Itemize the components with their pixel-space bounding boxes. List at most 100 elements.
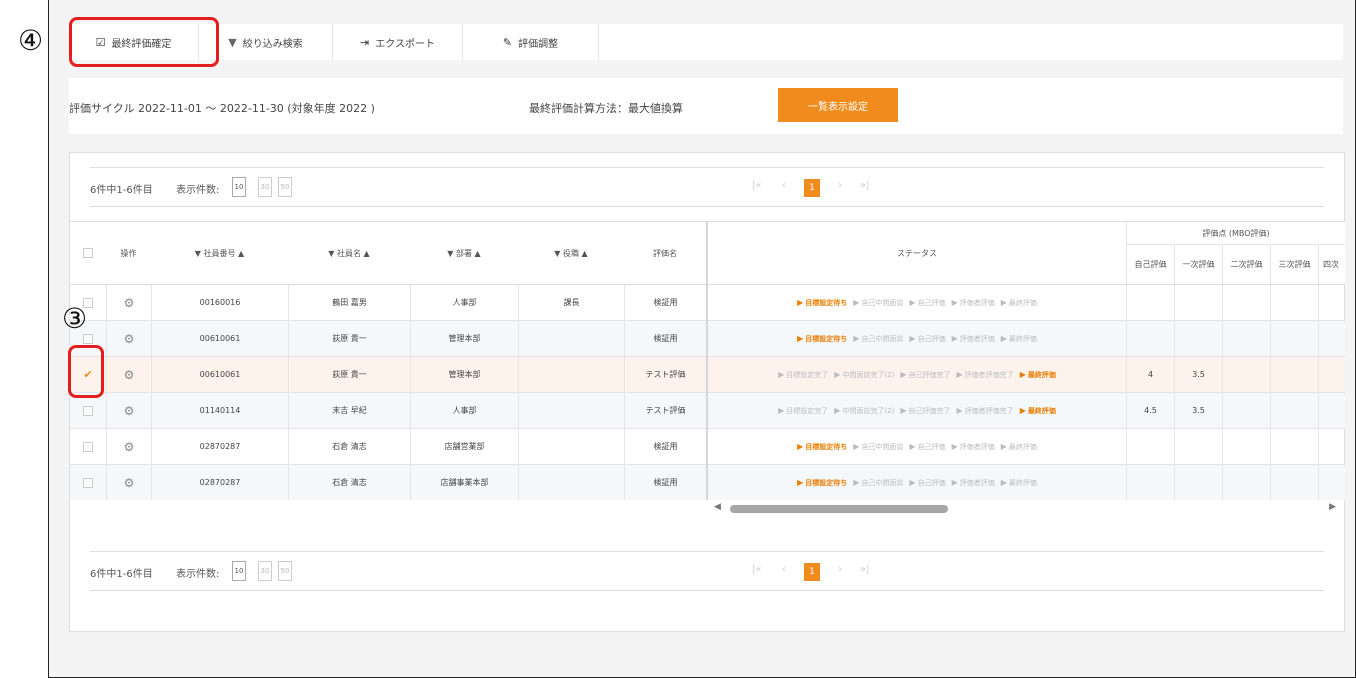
self-eval-cell <box>1126 465 1174 500</box>
third-eval-cell <box>1270 393 1318 428</box>
status-step-label: 評価者評価 <box>959 478 995 487</box>
select-all-checkbox[interactable] <box>83 248 93 258</box>
export-icon: ⇥ <box>360 35 370 49</box>
second-eval-cell <box>1222 285 1270 320</box>
display-settings-button[interactable]: 一覧表示設定 <box>778 88 898 122</box>
current-page[interactable]: 1 <box>804 179 820 197</box>
chevron-right-icon: ▶ <box>900 405 907 415</box>
export-label: エクスポート <box>375 38 435 50</box>
scrollbar-thumb[interactable] <box>730 505 948 513</box>
dept-cell: 人事部 <box>410 393 518 428</box>
next-page-button[interactable]: › <box>838 180 842 191</box>
second-eval-cell <box>1222 321 1270 356</box>
row-select-cell <box>70 429 106 464</box>
status-step: ▶ 評価者評価 <box>952 478 995 488</box>
eval-adjust-button[interactable]: ✎ 評価調整 <box>463 24 599 60</box>
first-page-button[interactable]: |« <box>752 180 762 191</box>
page-size-30[interactable]: 30 <box>258 177 272 197</box>
chevron-right-icon: ▶ <box>909 441 916 451</box>
gear-icon[interactable]: ⚙ <box>124 332 135 346</box>
emp-name-cell: 荻原 貴一 <box>288 321 410 356</box>
chevron-right-icon: ▶ <box>1019 369 1026 379</box>
status-step: ▶ 自己評価 <box>909 478 945 488</box>
current-page[interactable]: 1 <box>804 563 820 581</box>
self-eval-cell <box>1126 321 1174 356</box>
chevron-right-icon: ▶ <box>1000 477 1007 487</box>
status-step: ▶ 目標設定待ち <box>797 442 847 452</box>
chevron-right-icon: ▶ <box>956 405 963 415</box>
status-step-label: 最終評価 <box>1008 298 1037 307</box>
last-page-button[interactable]: »| <box>860 180 870 191</box>
row-select-cell <box>70 393 106 428</box>
step-3-marker: ③ <box>62 302 88 335</box>
col-emp-no[interactable]: ▼ 社員番号 ▲ <box>151 222 288 284</box>
row-checkbox[interactable] <box>83 333 93 344</box>
status-step: ▶ 自己評価 <box>909 334 945 344</box>
chevron-right-icon: ▶ <box>797 441 804 451</box>
highlight-box-row-checkbox <box>68 345 104 398</box>
second-eval-cell <box>1222 429 1270 464</box>
scroll-left-arrow-icon[interactable]: ◀ <box>714 502 721 512</box>
page-size-50[interactable]: 50 <box>278 177 292 197</box>
page-size-label: 表示件数: <box>176 569 220 580</box>
emp-no-cell: 00160016 <box>151 285 288 320</box>
col-dept[interactable]: ▼ 部署 ▲ <box>410 222 518 284</box>
col-fourth-eval: 四次 <box>1318 244 1345 284</box>
col-emp-name[interactable]: ▼ 社員名 ▲ <box>288 222 410 284</box>
chevron-right-icon: ▶ <box>853 477 860 487</box>
self-eval-cell: 4.5 <box>1126 393 1174 428</box>
chevron-right-icon: ▶ <box>1019 405 1026 415</box>
row-checkbox[interactable] <box>83 441 93 452</box>
gear-icon[interactable]: ⚙ <box>124 440 135 454</box>
status-step: ▶ 中間面談完了(2) <box>834 406 894 416</box>
page-size-10[interactable]: 10 <box>232 177 246 197</box>
eval-name-cell: 検証用 <box>624 465 706 500</box>
status-step-label: 目標設定完了 <box>786 370 829 379</box>
dept-cell: 管理本部 <box>410 357 518 392</box>
third-eval-cell <box>1270 465 1318 500</box>
toolbar: ☑ 最終評価確定 ▼ 絞り込み検索 ⇥ エクスポート ✎ 評価調整 <box>69 24 1343 60</box>
emp-name-cell: 石倉 清志 <box>288 429 410 464</box>
chevron-right-icon: ▶ <box>1000 297 1007 307</box>
scroll-right-arrow-icon[interactable]: ▶ <box>1329 502 1336 512</box>
status-step-label: 自己評価 <box>917 334 946 343</box>
status-step: ▶ 自己評価完了 <box>900 406 950 416</box>
highlight-box-final-confirm <box>69 17 219 67</box>
export-button[interactable]: ⇥ エクスポート <box>333 24 463 60</box>
status-cell: ▶ 目標設定待ち ▶ 自己中間面談 ▶ 自己評価 ▶ 評価者評価 ▶ 最終評価 <box>708 321 1126 356</box>
last-page-button[interactable]: »| <box>860 564 870 575</box>
page-size-30[interactable]: 30 <box>258 561 272 581</box>
eval-name-cell: 検証用 <box>624 429 706 464</box>
col-third-eval: 三次評価 <box>1270 244 1318 284</box>
third-eval-cell <box>1270 285 1318 320</box>
filter-search-button[interactable]: ▼ 絞り込み検索 <box>199 24 333 60</box>
status-step: ▶ 評価者評価完了 <box>957 370 1014 380</box>
first-page-button[interactable]: |« <box>752 564 762 575</box>
row-checkbox[interactable] <box>83 477 93 488</box>
results-panel: 6件中1-6件目 表示件数: 10 30 50 |« ‹ 1 › »| 操作 ▼… <box>69 152 1345 632</box>
next-page-button[interactable]: › <box>838 564 842 575</box>
gear-icon[interactable]: ⚙ <box>124 296 135 310</box>
horizontal-scrollbar[interactable]: ◀ ▶ <box>708 500 1344 514</box>
status-step: ▶ 最終評価 <box>1001 478 1037 488</box>
status-step: ▶ 評価者評価 <box>952 442 995 452</box>
page-size-50[interactable]: 50 <box>278 561 292 581</box>
chevron-right-icon: ▶ <box>956 369 963 379</box>
row-select-cell <box>70 465 106 500</box>
page-size-10[interactable]: 10 <box>232 561 246 581</box>
emp-name-cell: 荻原 貴一 <box>288 357 410 392</box>
status-step: ▶ 自己中間面談 <box>853 298 903 308</box>
second-eval-cell <box>1222 393 1270 428</box>
prev-page-button[interactable]: ‹ <box>782 180 786 191</box>
col-position[interactable]: ▼ 役職 ▲ <box>518 222 624 284</box>
gear-icon[interactable]: ⚙ <box>124 404 135 418</box>
prev-page-button[interactable]: ‹ <box>782 564 786 575</box>
status-step-label: 評価者評価完了 <box>964 370 1014 379</box>
status-step-label: 最終評価 <box>1008 478 1037 487</box>
gear-icon[interactable]: ⚙ <box>124 476 135 490</box>
row-checkbox[interactable] <box>83 405 93 416</box>
status-step-label: 自己評価完了 <box>908 406 951 415</box>
chevron-right-icon: ▶ <box>909 297 916 307</box>
dept-cell: 人事部 <box>410 285 518 320</box>
gear-icon[interactable]: ⚙ <box>124 368 135 382</box>
